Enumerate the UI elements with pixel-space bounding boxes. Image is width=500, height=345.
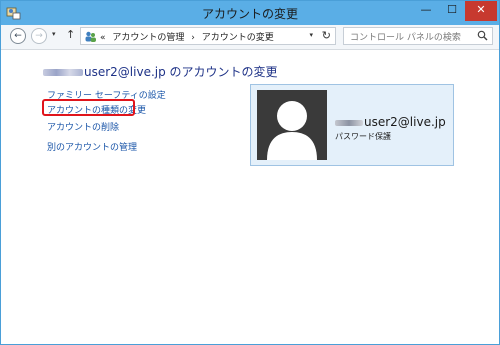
account-status: パスワード保護 <box>335 132 391 141</box>
account-tile[interactable]: user2@live.jp パスワード保護 <box>250 84 454 166</box>
address-dropdown[interactable]: ▾ <box>309 31 313 39</box>
forward-button[interactable]: → <box>31 28 47 44</box>
main-content: user2@live.jp のアカウントの変更 ファミリー セーフティの設定 ア… <box>1 50 499 344</box>
title-bar[interactable]: アカウントの変更 — ☐ ✕ <box>1 1 499 25</box>
breadcrumb-separator[interactable]: › <box>191 33 195 43</box>
breadcrumb: « アカウントの管理 › アカウントの変更 <box>100 30 278 43</box>
blurred-username <box>43 69 83 76</box>
search-input[interactable]: コントロール パネルの検索 <box>343 27 493 45</box>
close-button[interactable]: ✕ <box>465 1 497 21</box>
search-placeholder: コントロール パネルの検索 <box>350 33 461 43</box>
back-button[interactable]: ← <box>10 28 26 44</box>
highlight-box <box>42 99 135 116</box>
user-accounts-icon <box>85 31 96 42</box>
minimize-button[interactable]: — <box>413 1 439 21</box>
navigation-toolbar: ← → ▾ ↑ « アカウントの管理 › アカウントの変更 ▾ ↻ コントロール… <box>1 25 499 50</box>
breadcrumb-item-change-account[interactable]: アカウントの変更 <box>202 33 274 43</box>
manage-other-account-link[interactable]: 別のアカウントの管理 <box>47 140 137 153</box>
account-name-text: user2@live.jp <box>364 115 446 129</box>
control-panel-window: アカウントの変更 — ☐ ✕ ← → ▾ ↑ « アカウントの管理 › アカウン… <box>0 0 500 345</box>
breadcrumb-overflow[interactable]: « <box>100 33 106 43</box>
recent-locations-dropdown[interactable]: ▾ <box>52 30 56 38</box>
blurred-username <box>335 119 363 126</box>
page-title-text: user2@live.jp のアカウントの変更 <box>84 65 278 79</box>
page-title: user2@live.jp のアカウントの変更 <box>43 63 278 80</box>
delete-account-link[interactable]: アカウントの削除 <box>47 120 119 133</box>
user-silhouette-icon <box>267 101 317 160</box>
up-button[interactable]: ↑ <box>66 28 75 41</box>
refresh-button[interactable]: ↻ <box>322 29 331 42</box>
breadcrumb-item-account-management[interactable]: アカウントの管理 <box>112 33 184 43</box>
search-icon[interactable] <box>477 30 488 41</box>
address-bar[interactable]: « アカウントの管理 › アカウントの変更 ▾ ↻ <box>80 27 336 45</box>
maximize-button[interactable]: ☐ <box>439 1 465 21</box>
account-name: user2@live.jp <box>335 115 446 129</box>
avatar <box>257 90 327 160</box>
